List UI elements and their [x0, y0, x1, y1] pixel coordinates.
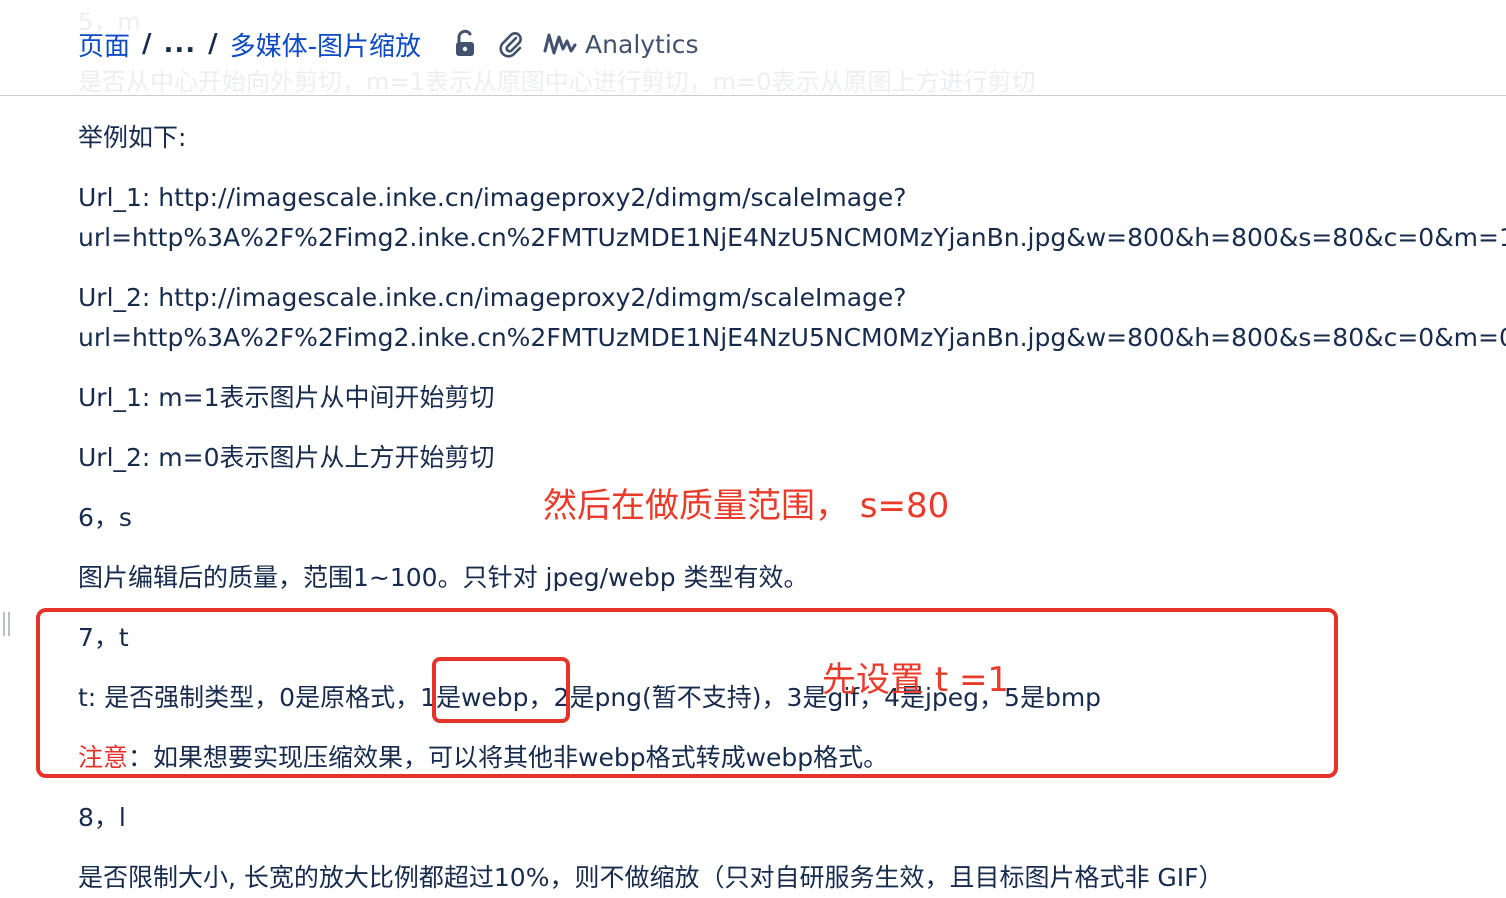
- url1-line2: url=http%3A%2F%2Fimg2.inke.cn%2FMTUzMDE1…: [78, 223, 1506, 252]
- url1-line1: Url_1: http://imagescale.inke.cn/imagepr…: [78, 183, 907, 212]
- breadcrumb: 页面 / ... / 多媒体-图片缩放 Analytics: [78, 26, 699, 62]
- quality-annotation: 然后在做质量范围， s=80: [543, 486, 950, 526]
- url2-description: Url_2: m=0表示图片从上方开始剪切: [78, 443, 495, 472]
- t-param-highlight-box: [36, 608, 1338, 778]
- example-heading: 举例如下:: [78, 123, 187, 152]
- breadcrumb-root-link[interactable]: 页面: [78, 26, 130, 63]
- breadcrumb-ellipsis[interactable]: ...: [164, 29, 197, 59]
- analytics-icon: [543, 33, 577, 55]
- analytics-button[interactable]: Analytics: [543, 30, 699, 59]
- url1-description: Url_1: m=1表示图片从中间开始剪切: [78, 383, 495, 412]
- breadcrumb-current-page[interactable]: 多媒体-图片缩放: [230, 26, 421, 63]
- lock-icon[interactable]: [451, 29, 479, 59]
- panel-resize-handle[interactable]: [2, 612, 12, 636]
- l-param-description: 是否限制大小, 长宽的放大比例都超过10%，则不做缩放（只对自研服务生效，且目标…: [78, 863, 1224, 892]
- s-param-description: 图片编辑后的质量，范围1~100。只针对 jpeg/webp 类型有效。: [78, 563, 809, 592]
- webp-highlight-box: [432, 657, 570, 723]
- url2-line2: url=http%3A%2F%2Fimg2.inke.cn%2FMTUzMDE1…: [78, 323, 1506, 352]
- paperclip-icon[interactable]: [497, 29, 525, 59]
- url2-line1: Url_2: http://imagescale.inke.cn/imagepr…: [78, 283, 907, 312]
- page-header: 页面 / ... / 多媒体-图片缩放 Analytics: [0, 0, 1506, 96]
- s-param-heading: 6，s: [78, 503, 132, 532]
- breadcrumb-separator: /: [142, 29, 152, 59]
- analytics-label: Analytics: [585, 29, 699, 59]
- l-param-heading: 8，l: [78, 803, 126, 832]
- breadcrumb-separator: /: [208, 29, 218, 59]
